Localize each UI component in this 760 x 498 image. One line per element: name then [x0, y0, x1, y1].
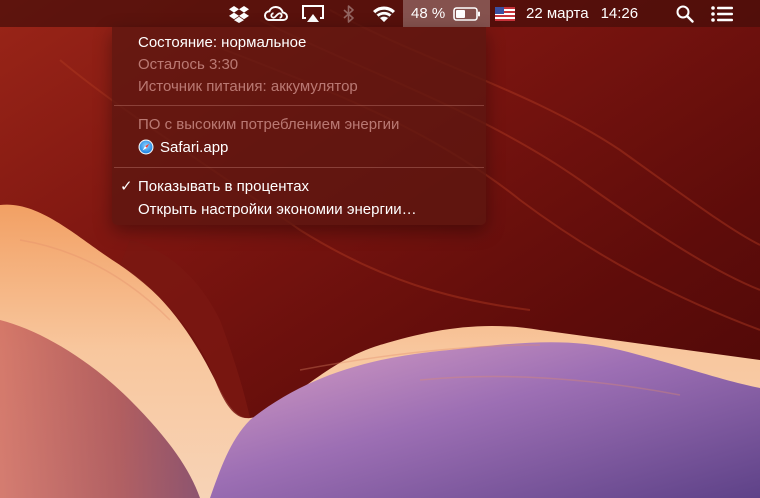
power-source-item: Источник питания: аккумулятор — [112, 75, 486, 97]
creative-cloud-icon[interactable] — [262, 0, 290, 27]
battery-remaining-text: Осталось 3:30 — [138, 55, 239, 73]
notification-center-icon[interactable] — [706, 0, 738, 27]
app-item-safari-label: Safari.app — [160, 138, 229, 156]
bluetooth-icon[interactable] — [338, 0, 360, 27]
battery-level-fill — [456, 9, 466, 18]
menu-separator — [114, 167, 484, 168]
spotlight-search-icon[interactable] — [672, 0, 698, 27]
energy-header-item: ПО с высоким потреблением энергии — [112, 113, 486, 135]
show-percent-item[interactable]: ✓ Показывать в процентах — [112, 175, 486, 197]
checkmark-icon: ✓ — [120, 178, 133, 195]
airplay-icon[interactable] — [300, 0, 326, 27]
menu-bar: 48 % 22 марта 14:26 — [0, 0, 760, 27]
open-energy-settings-item[interactable]: Открыть настройки экономии энергии… — [112, 198, 486, 220]
battery-status-item: Состояние: нормальное — [112, 31, 486, 53]
safari-icon — [138, 139, 154, 155]
battery-status-text: Состояние: нормальное — [138, 33, 307, 51]
open-energy-settings-label: Открыть настройки экономии энергии… — [138, 200, 417, 218]
battery-icon — [453, 6, 481, 21]
wifi-icon[interactable] — [370, 0, 398, 27]
battery-dropdown-menu: Состояние: нормальное Осталось 3:30 Исто… — [112, 27, 486, 225]
battery-remaining-item: Осталось 3:30 — [112, 53, 486, 75]
battery-menu-extra[interactable]: 48 % — [403, 0, 491, 27]
menubar-clock[interactable]: 22 марта 14:26 — [526, 0, 662, 27]
menu-separator — [114, 105, 484, 106]
flag-us-icon[interactable] — [492, 0, 518, 27]
power-source-text: Источник питания: аккумулятор — [138, 77, 358, 95]
menubar-date: 22 марта — [526, 5, 589, 22]
desktop: 48 % 22 марта 14:26 Состояние: нормально… — [0, 0, 760, 498]
energy-header-text: ПО с высоким потреблением энергии — [138, 115, 400, 133]
app-item-safari[interactable]: Safari.app — [112, 136, 486, 158]
battery-percent-label: 48 % — [411, 5, 446, 22]
show-percent-label: Показывать в процентах — [138, 177, 310, 195]
dropbox-icon[interactable] — [226, 0, 252, 27]
menubar-time: 14:26 — [600, 5, 639, 22]
